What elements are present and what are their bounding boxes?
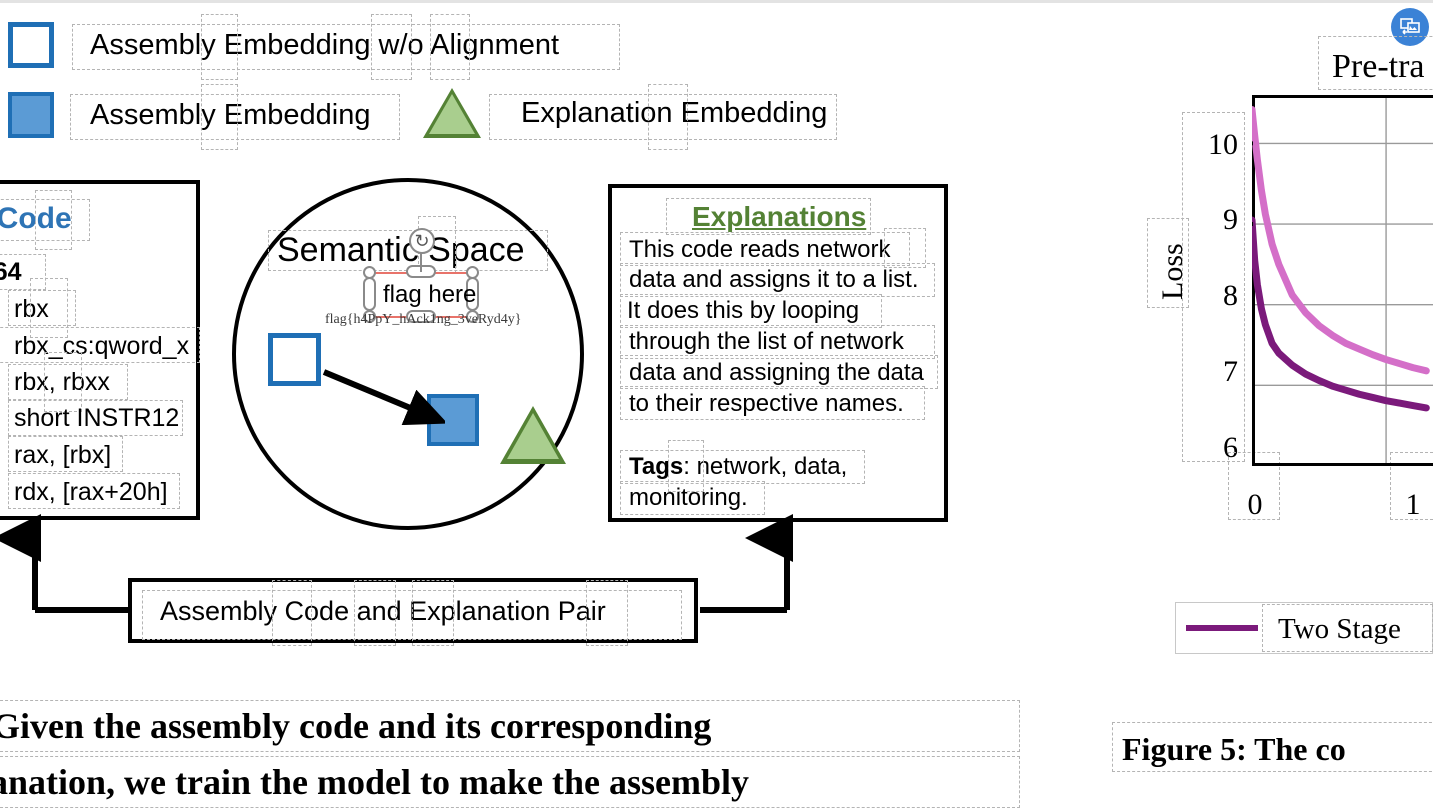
y-tick-7: 7 xyxy=(1223,355,1238,388)
alignment-arrow-icon xyxy=(322,369,445,425)
figure-caption: Figure 5: The co xyxy=(1122,731,1346,767)
explanations-tags-line: Tags: network, data, xyxy=(629,455,847,479)
assembly-code-line: rbx, rbxx xyxy=(14,368,110,396)
replace-image-glyph xyxy=(1400,18,1420,35)
chart-plot-area xyxy=(1252,95,1433,466)
handle-left-middle[interactable] xyxy=(363,277,376,311)
legend-series-label-two-stage: Two Stage xyxy=(1278,613,1401,645)
explanations-line: through the list of network xyxy=(629,328,904,355)
rotate-handle-stem xyxy=(420,252,422,272)
paragraph-line-2: planation, we train the model to make th… xyxy=(0,762,749,802)
chart-y-axis-label: Loss xyxy=(1156,243,1189,300)
assembly-embedding-unaligned-shape xyxy=(268,333,321,386)
green-triangle-icon xyxy=(423,88,481,138)
assembly-code-line: r64 xyxy=(0,258,22,286)
legend-label-explanation: Explanation Embedding xyxy=(521,96,828,129)
y-tick-9: 9 xyxy=(1223,203,1238,236)
explanations-line: data and assigning the data xyxy=(629,359,924,386)
flag-string-text: flag{h4PpY_hAck1ng_3veRyd4y} xyxy=(325,312,522,327)
semantic-space-title: Semantic Space xyxy=(277,231,525,269)
legend-item-assembly-unaligned: Assembly Embedding w/o Alignment xyxy=(8,22,559,68)
explanations-line: This code reads network xyxy=(629,236,891,263)
replace-image-icon[interactable] xyxy=(1391,8,1429,46)
x-tick-1: 1 xyxy=(1405,488,1421,521)
hollow-blue-square-icon xyxy=(8,22,54,68)
explanations-tags-values: : network, data, xyxy=(683,453,848,480)
explanations-title: Explanations xyxy=(692,201,867,232)
legend-line-swatch-two-stage xyxy=(1186,625,1258,631)
legend-item-assembly: Assembly Embedding xyxy=(8,92,370,138)
page-top-rule xyxy=(0,0,1433,3)
rotate-handle-icon[interactable]: ↻ xyxy=(409,228,435,254)
legend-item-explanation: Explanation Embedding xyxy=(423,88,827,138)
assembly-code-line: rbx xyxy=(14,295,49,323)
y-tick-6: 6 xyxy=(1223,431,1238,464)
filled-blue-square-icon xyxy=(8,92,54,138)
assembly-code-line: rax, [rbx] xyxy=(14,441,112,469)
legend-label-assembly-unaligned: Assembly Embedding w/o Alignment xyxy=(90,28,560,61)
explanation-embedding-shape xyxy=(500,406,566,464)
explanations-line: It does this by looping xyxy=(627,297,860,324)
assembly-code-title: bly Code xyxy=(0,202,72,235)
assembly-code-line: short INSTR12 xyxy=(14,404,180,432)
assembly-code-line: rbx_cs:qword_x xyxy=(14,332,190,360)
legend-label-assembly: Assembly Embedding xyxy=(90,98,371,131)
y-tick-10: 10 xyxy=(1208,128,1238,161)
explanations-line: data and assigns it to a list. xyxy=(629,266,919,293)
explanations-tags-label: Tags xyxy=(629,453,684,480)
chart-title: Pre-tra xyxy=(1332,48,1425,85)
pair-box-label: Assembly Code and Explanation Pair xyxy=(160,596,606,626)
flag-here-text: flag here xyxy=(383,281,477,308)
x-tick-0: 0 xyxy=(1247,488,1263,521)
y-tick-8: 8 xyxy=(1223,279,1238,312)
explanations-line: to their respective names. xyxy=(629,390,904,417)
paragraph-line-1: Given the assembly code and its correspo… xyxy=(0,706,712,746)
